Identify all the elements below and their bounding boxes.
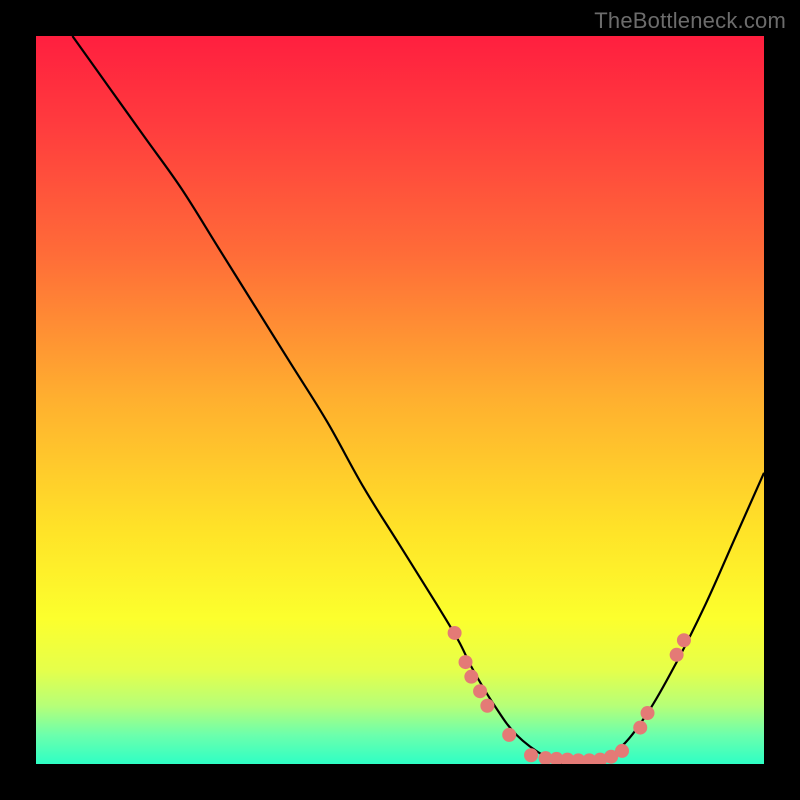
data-point-marker <box>464 670 478 684</box>
data-point-marker <box>480 699 494 713</box>
plot-area <box>36 36 764 764</box>
data-point-marker <box>524 748 538 762</box>
watermark-text: TheBottleneck.com <box>594 8 786 34</box>
chart-container: TheBottleneck.com <box>0 0 800 800</box>
data-point-marker <box>473 684 487 698</box>
data-point-marker <box>670 648 684 662</box>
data-point-marker <box>677 633 691 647</box>
data-point-marker <box>615 744 629 758</box>
data-point-marker <box>459 655 473 669</box>
data-point-marker <box>502 728 516 742</box>
bottleneck-curve <box>36 36 764 764</box>
data-point-marker <box>633 721 647 735</box>
data-point-marker <box>448 626 462 640</box>
data-point-marker <box>641 706 655 720</box>
